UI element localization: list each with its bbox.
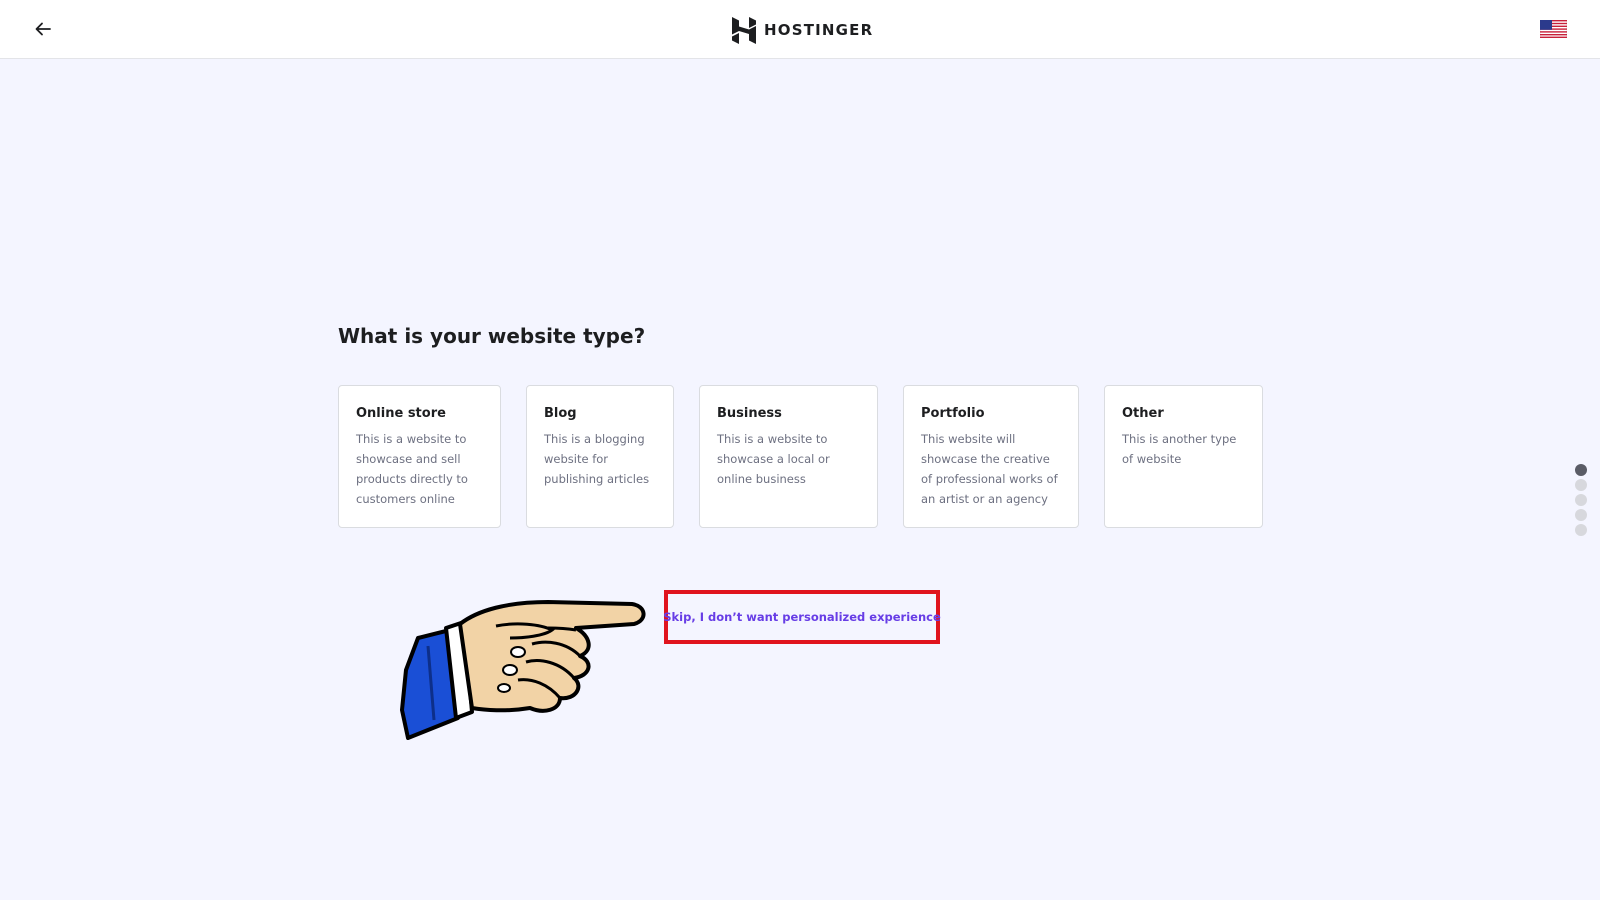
step-progress	[1575, 464, 1589, 536]
progress-dot	[1575, 524, 1587, 536]
top-bar: HOSTINGER	[0, 0, 1600, 59]
back-button[interactable]	[30, 16, 56, 42]
progress-dot	[1575, 479, 1587, 491]
highlight-box: Skip, I don’t want personalized experien…	[663, 590, 941, 644]
skip-personalization-link[interactable]: Skip, I don’t want personalized experien…	[663, 594, 941, 640]
option-description: This is a website to showcase a local or…	[717, 432, 830, 486]
option-description: This is a website to showcase and sell p…	[356, 432, 468, 506]
option-card-other[interactable]: Other This is another type of website	[1104, 385, 1263, 528]
option-title: Online store	[356, 406, 446, 421]
language-selector[interactable]	[1539, 19, 1568, 39]
option-title: Other	[1122, 406, 1164, 421]
progress-dot-active	[1575, 464, 1587, 476]
us-flag-icon	[1539, 19, 1568, 39]
logo-text: HOSTINGER	[764, 21, 874, 39]
option-title: Portfolio	[921, 406, 985, 421]
page-question: What is your website type?	[338, 324, 646, 348]
hostinger-h-icon	[732, 16, 756, 44]
option-description: This is another type of website	[1122, 432, 1237, 466]
option-title: Blog	[544, 406, 577, 421]
pointing-hand-icon	[400, 600, 646, 740]
progress-dot	[1575, 509, 1587, 521]
arrow-left-icon	[35, 22, 51, 36]
option-card-online-store[interactable]: Online store This is a website to showca…	[338, 385, 501, 528]
progress-dot	[1575, 494, 1587, 506]
option-card-portfolio[interactable]: Portfolio This website will showcase the…	[903, 385, 1079, 528]
hostinger-logo[interactable]: HOSTINGER	[732, 16, 873, 44]
option-description: This website will showcase the creative …	[921, 432, 1058, 506]
option-card-blog[interactable]: Blog This is a blogging website for publ…	[526, 385, 674, 528]
option-description: This is a blogging website for publishin…	[544, 432, 650, 486]
option-title: Business	[717, 406, 782, 421]
option-card-business[interactable]: Business This is a website to showcase a…	[699, 385, 878, 528]
